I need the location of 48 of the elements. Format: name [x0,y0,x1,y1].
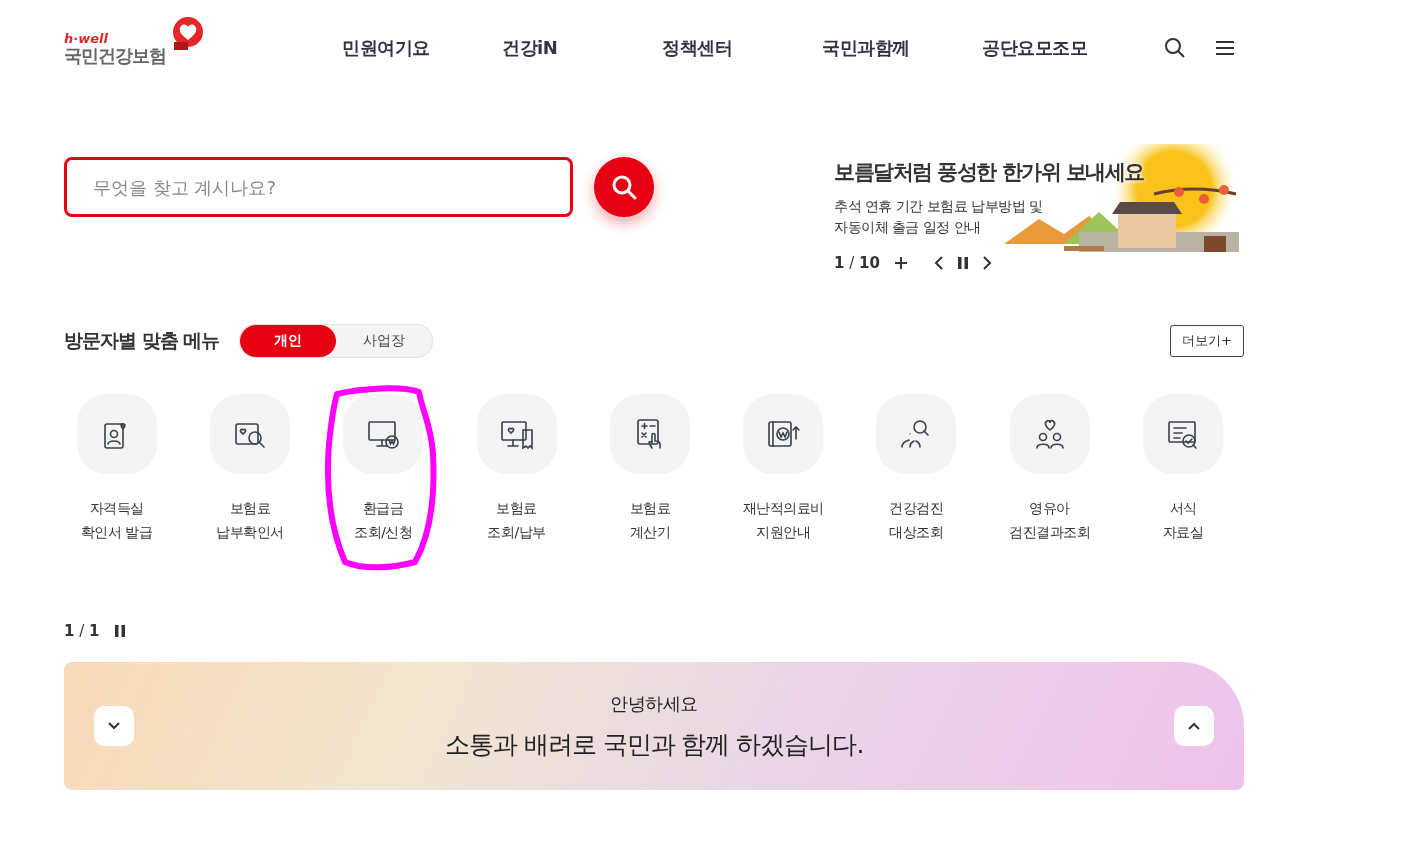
menu-item-label[interactable]: 보험료 계산기 [629,496,671,544]
menu-item-label[interactable]: 영유아 검진결과조회 [1009,496,1091,544]
menu-icon-background[interactable] [209,394,290,474]
menu-item-label[interactable]: 서식 자료실 [1162,496,1204,544]
menu-icon-background[interactable] [476,394,557,474]
menu-icon[interactable] [1214,39,1236,57]
menu-item-label[interactable]: 재난적의료비 지원안내 [742,496,824,544]
menu-item-label[interactable]: 보험료 조회/납부 [487,496,546,544]
nav-link[interactable]: 민원여기요 [342,36,502,60]
greeting-text: 안녕하세요 [609,691,699,716]
section-title: 방문자별 맞춤 메뉴 [64,328,220,353]
menu-icon-background[interactable] [1143,394,1223,474]
menu-item-label[interactable]: 건강검진 대상조회 [889,496,944,544]
menu-item-label[interactable]: 보험료 납부확인서 [216,496,284,544]
nav-link[interactable]: 공단요모조모 [982,36,1142,60]
tab[interactable]: 개인 [240,325,337,357]
nav-link[interactable]: 국민과함께 [822,36,982,60]
pause-icon[interactable] [115,625,126,637]
logo-name: 국민건강보험 [64,45,167,67]
search-button[interactable] [594,157,654,217]
logo-tagline: h·well [64,32,109,45]
menu-icon-background[interactable] [1009,394,1090,474]
logo[interactable]: h·well 국민건강보험 [64,16,214,72]
greeting-slogan: 소통과 배려로 국민과 함께 하겠습니다. [444,728,864,761]
nav-link[interactable]: 정책센터 [662,36,822,60]
chevron-down-icon [107,721,121,731]
search-field[interactable]: 무엇을 찾고 계시나요? [64,157,573,217]
menu-icon-background[interactable] [743,394,824,474]
plus-icon[interactable] [893,256,908,270]
heart-bubble-icon [170,16,206,52]
search-icon [610,173,638,201]
chevron-up-icon [1187,721,1201,731]
slide-counter: 1 / 1 [64,622,100,640]
tab[interactable]: 사업장 [336,325,433,357]
nav-link[interactable]: 건강iN [502,36,662,60]
menu-icon-background[interactable] [343,394,424,474]
chevron-right-icon[interactable] [981,256,992,270]
promo-text: 자동이체 출금 일정 안내 [834,218,982,237]
more-button[interactable]: 더보기+ [1170,325,1244,357]
menu-icon-background[interactable] [609,394,690,474]
slide-counter: 1 / 10 [834,254,880,272]
menu-item-label[interactable]: 환급금 조회/신청 [354,496,413,544]
menu-icon-background[interactable] [76,394,157,474]
pause-icon[interactable] [957,257,968,269]
menu-item-label[interactable]: 자격득실 확인서 발급 [80,496,153,544]
promo-text: 추석 연휴 기간 보험료 납부방법 및 [834,197,1044,216]
search-icon[interactable] [1164,37,1186,59]
chevron-left-icon[interactable] [933,256,944,270]
